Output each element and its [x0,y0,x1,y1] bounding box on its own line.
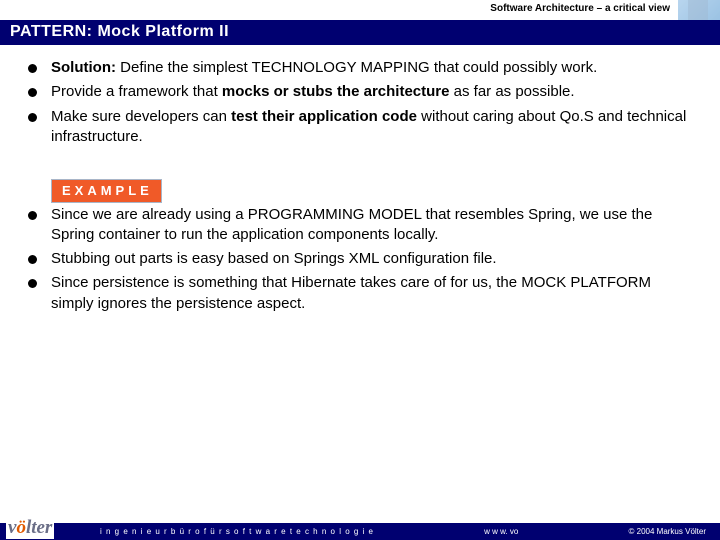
bullet-icon [28,113,37,122]
footer-tagline: i n g e n i e u r b ü r o f ü r s o f t … [100,527,374,536]
list-item: Make sure developers can test their appl… [28,107,693,148]
footer: völter i n g e n i e u r b ü r o f ü r s… [0,506,720,540]
logo: völter [6,517,54,539]
list-item: Solution: Define the simplest TECHNOLOGY… [28,58,693,78]
list-item: Stubbing out parts is easy based on Spri… [28,249,693,269]
doc-title: Software Architecture – a critical view [490,3,670,14]
list-item: Since we are already using a PROGRAMMING… [28,205,693,246]
bullet-icon [28,211,37,220]
footer-bar: i n g e n i e u r b ü r o f ü r s o f t … [0,523,720,540]
bullet-icon [28,279,37,288]
slide-title: PATTERN: Mock Platform II [0,20,720,45]
list-item: Since persistence is something that Hibe… [28,273,693,314]
footer-url: w w w. vo [484,527,518,536]
doc-header: Software Architecture – a critical view [0,0,720,17]
bullet-icon [28,88,37,97]
example-badge: EXAMPLE [51,179,162,203]
header-decoration [678,0,720,22]
footer-copyright: © 2004 Markus Völter [629,527,706,536]
bullet-icon [28,255,37,264]
slide-content: Solution: Define the simplest TECHNOLOGY… [28,58,693,318]
bullet-icon [28,64,37,73]
list-item: Provide a framework that mocks or stubs … [28,82,693,102]
